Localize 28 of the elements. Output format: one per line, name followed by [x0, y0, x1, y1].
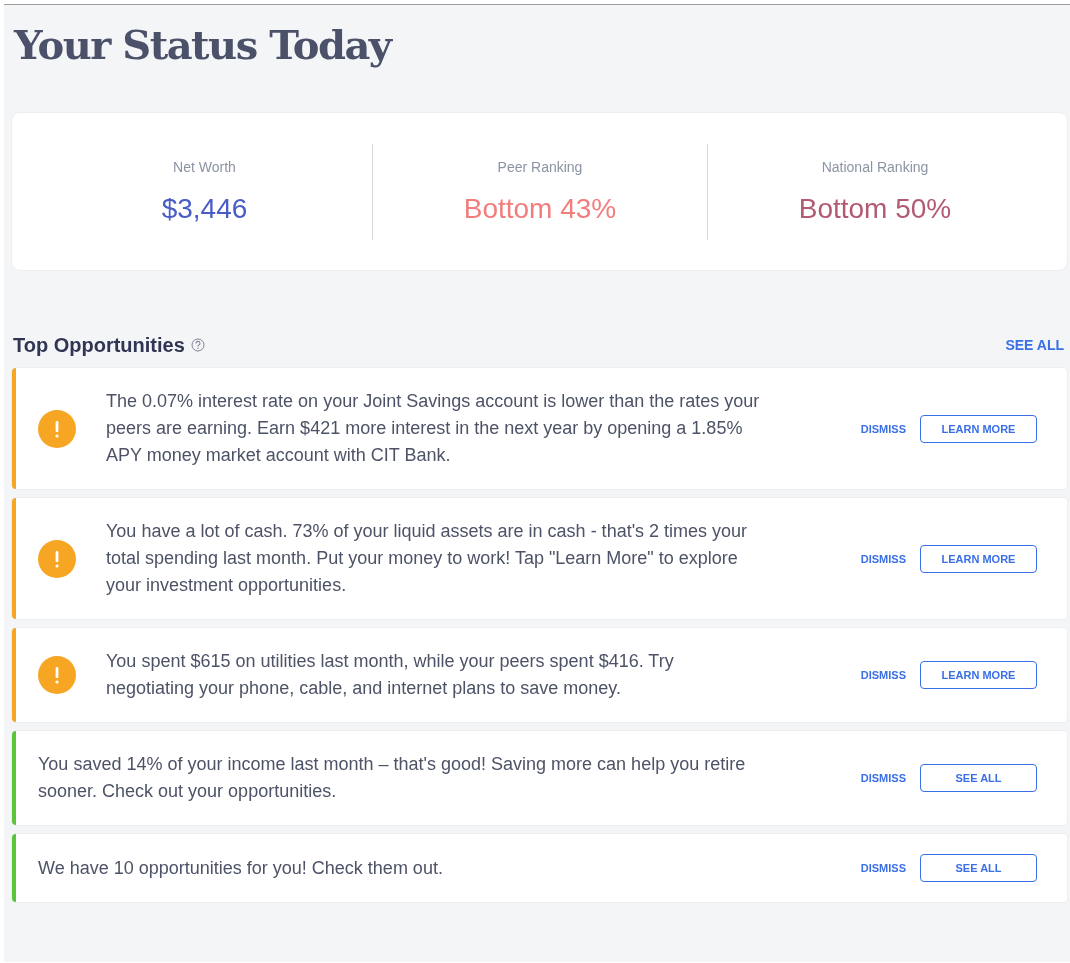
opportunity-text: You spent $615 on utilities last month, while your peers spent $416. Try negotiating your phone, cable, and internet plans to save money.: [106, 650, 675, 700]
stat-value: Bottom 50%: [798, 192, 952, 225]
stat-label: Net Worth: [173, 158, 236, 175]
opportunity-text: You saved 14% of your income last month – that's good! Saving more can help you retire sooner. Check out your opportunities.: [38, 753, 747, 803]
see-all-link[interactable]: SEE ALL: [1005, 337, 1064, 353]
section-heading: Top Opportunities: [13, 333, 185, 357]
alert-icon: [38, 409, 76, 448]
page-title: Your Status Today: [12, 20, 394, 70]
action-button[interactable]: LEARN MORE: [920, 544, 1037, 573]
opportunity-text: You have a lot of cash. 73% of your liquid assets are in cash - that's 2 times your total spending last month. Put your money to work! Tap "Learn More" to explore your investment opportunities.: [106, 520, 749, 597]
stat-value: $3,446: [161, 192, 248, 225]
stat-label: Peer Ranking: [497, 158, 583, 175]
action-button[interactable]: SEE ALL: [920, 854, 1037, 882]
dismiss-button[interactable]: DISMISS: [860, 862, 906, 874]
help-icon[interactable]: [190, 338, 205, 352]
action-button[interactable]: SEE ALL: [920, 764, 1037, 792]
alert-icon: [38, 539, 76, 578]
action-button[interactable]: LEARN MORE: [920, 414, 1037, 443]
dismiss-button[interactable]: DISMISS: [860, 552, 906, 565]
opportunity-text: We have 10 opportunities for you! Check them out.: [38, 856, 444, 880]
dismiss-button[interactable]: DISMISS: [860, 772, 906, 784]
stat-label: National Ranking: [821, 158, 929, 175]
dismiss-button[interactable]: DISMISS: [860, 669, 906, 681]
opportunity-text: The 0.07% interest rate on your Joint Savings account is lower than the rates your peers are earning. Earn $421 more interest in the next year by opening a 1.85% APY money market account with CIT Bank.: [106, 390, 761, 467]
action-button[interactable]: LEARN MORE: [920, 661, 1037, 689]
alert-icon: [38, 656, 76, 694]
stat-value: Bottom 43%: [463, 192, 617, 225]
dismiss-button[interactable]: DISMISS: [860, 422, 906, 435]
